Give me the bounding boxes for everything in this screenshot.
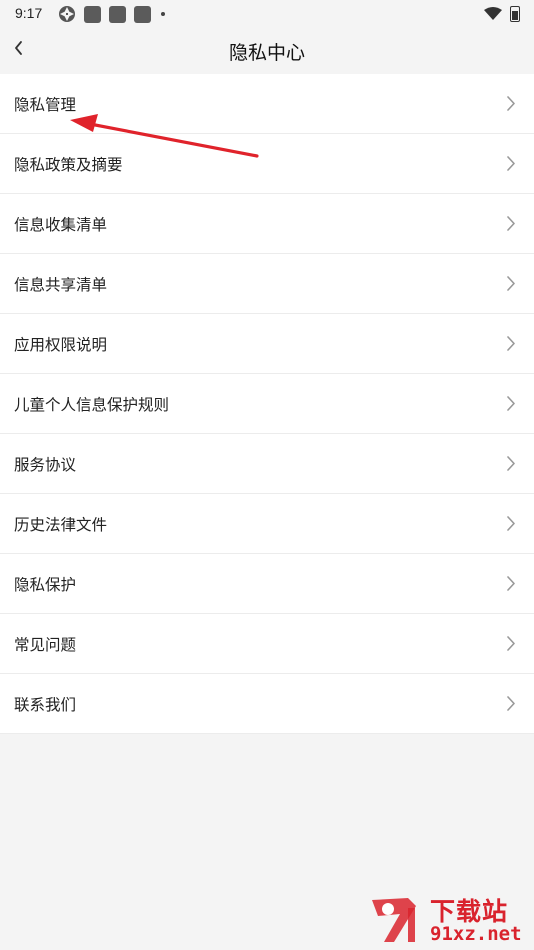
wifi-icon xyxy=(484,7,502,20)
menu-item-faq[interactable]: 常见问题 xyxy=(0,614,534,674)
chevron-right-icon xyxy=(507,336,515,351)
menu-item-children-privacy[interactable]: 儿童个人信息保护规则 xyxy=(0,374,534,434)
menu-item-service-agreement[interactable]: 服务协议 xyxy=(0,434,534,494)
menu-item-label: 服务协议 xyxy=(14,456,77,474)
menu-item-label: 隐私保护 xyxy=(14,576,77,594)
system-icons xyxy=(484,5,520,23)
status-time: 9:17 xyxy=(15,5,43,21)
menu-item-label: 联系我们 xyxy=(14,696,77,714)
91-logo-icon xyxy=(372,898,416,942)
header: 隐私中心 xyxy=(0,28,534,73)
app-notification-icon xyxy=(84,5,101,23)
menu-item-label: 历史法律文件 xyxy=(14,516,108,534)
page-title: 隐私中心 xyxy=(228,42,305,64)
chevron-right-icon xyxy=(507,636,515,651)
menu-item-app-permissions[interactable]: 应用权限说明 xyxy=(0,314,534,374)
chevron-right-icon xyxy=(507,456,515,471)
menu-item-label: 应用权限说明 xyxy=(14,336,108,354)
menu-item-label: 信息共享清单 xyxy=(14,276,108,294)
red-arrow-icon xyxy=(70,114,259,158)
watermark-site: 91xz.net xyxy=(430,923,522,945)
chevron-right-icon xyxy=(507,216,515,231)
app-notification-icon xyxy=(134,5,151,23)
more-notifications-icon xyxy=(161,12,165,16)
menu-item-contact-us[interactable]: 联系我们 xyxy=(0,674,534,734)
menu-item-info-collection[interactable]: 信息收集清单 xyxy=(0,194,534,254)
watermark: 下载站 91xz.net xyxy=(364,890,532,950)
menu-item-label: 常见问题 xyxy=(14,636,77,654)
status-bar: 9:17 xyxy=(0,0,534,28)
app-notification-icon xyxy=(109,5,126,23)
chevron-right-icon xyxy=(507,396,515,411)
menu-item-label: 儿童个人信息保护规则 xyxy=(14,396,170,414)
aperture-icon xyxy=(59,6,75,22)
privacy-menu-list: 隐私管理 隐私政策及摘要 信息收集清单 信息共享清单 应用权限说明 儿童个人信息… xyxy=(0,74,534,734)
battery-icon xyxy=(510,6,520,22)
chevron-right-icon xyxy=(507,96,515,111)
chevron-right-icon xyxy=(507,516,515,531)
chevron-right-icon xyxy=(507,576,515,591)
chevron-right-icon xyxy=(507,276,515,291)
chevron-right-icon xyxy=(507,156,515,171)
menu-item-legal-history[interactable]: 历史法律文件 xyxy=(0,494,534,554)
menu-item-privacy-protection[interactable]: 隐私保护 xyxy=(0,554,534,614)
menu-item-label: 信息收集清单 xyxy=(14,216,108,234)
chevron-right-icon xyxy=(507,696,515,711)
notification-icons xyxy=(58,5,165,23)
menu-item-info-sharing[interactable]: 信息共享清单 xyxy=(0,254,534,314)
